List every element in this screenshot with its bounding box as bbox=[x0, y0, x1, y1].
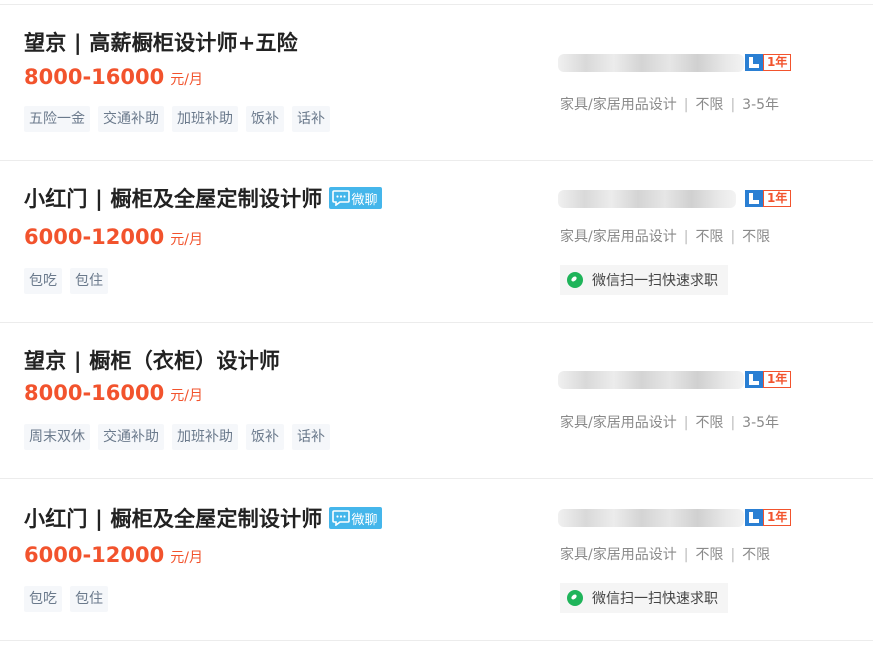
scan-apply-label: 微信扫一扫快速求职 bbox=[592, 591, 718, 607]
member-logo-icon bbox=[745, 54, 763, 71]
education: 不限 bbox=[695, 415, 724, 431]
member-years: 1年 bbox=[763, 190, 792, 207]
company-name-blurred[interactable] bbox=[558, 54, 744, 72]
wechat-scan-apply-button[interactable]: 微信扫一扫快速求职 bbox=[560, 265, 728, 295]
experience: 不限 bbox=[742, 547, 771, 563]
benefit-tag: 加班补助 bbox=[172, 424, 238, 450]
benefit-tag: 交通补助 bbox=[98, 106, 164, 132]
meta-separator: | bbox=[683, 547, 689, 563]
member-badge: 1年 bbox=[745, 509, 792, 526]
meta-separator: | bbox=[730, 547, 736, 563]
job-card[interactable]: 小红门 | 橱柜及全屋定制设计师 微聊 6000-12000 元/月 包吃 包住… bbox=[0, 160, 873, 323]
benefit-tags: 包吃 包住 bbox=[24, 268, 116, 294]
job-card[interactable]: 望京 | 高薪橱柜设计师+五险 8000-16000 元/月 五险一金 交通补助… bbox=[0, 4, 873, 161]
salary: 8000-16000 元/月 bbox=[24, 381, 203, 405]
benefit-tag: 话补 bbox=[292, 424, 330, 450]
chat-bubble-icon bbox=[331, 190, 350, 206]
benefit-tags: 周末双休 交通补助 加班补助 饭补 话补 bbox=[24, 424, 338, 450]
member-badge: 1年 bbox=[745, 371, 792, 388]
job-title[interactable]: 小红门 | 橱柜及全屋定制设计师 bbox=[24, 503, 323, 533]
salary-unit: 元/月 bbox=[170, 232, 203, 248]
meta-separator: | bbox=[730, 415, 736, 431]
member-years: 1年 bbox=[763, 54, 792, 71]
benefit-tags: 包吃 包住 bbox=[24, 586, 116, 612]
chat-bubble-icon bbox=[331, 510, 350, 526]
company-name-blurred[interactable] bbox=[558, 190, 736, 208]
meta-separator: | bbox=[730, 229, 736, 245]
benefit-tag: 周末双休 bbox=[24, 424, 90, 450]
benefit-tags: 五险一金 交通补助 加班补助 饭补 话补 bbox=[24, 106, 338, 132]
industry: 家具/家居用品设计 bbox=[560, 415, 677, 431]
company-name-blurred[interactable] bbox=[558, 509, 744, 527]
benefit-tag: 饭补 bbox=[246, 106, 284, 132]
salary-amount: 8000-16000 bbox=[24, 65, 165, 89]
job-meta: 家具/家居用品设计 | 不限 | 3-5年 bbox=[560, 412, 779, 432]
experience: 不限 bbox=[742, 229, 771, 245]
benefit-tag: 包吃 bbox=[24, 586, 62, 612]
industry: 家具/家居用品设计 bbox=[560, 229, 677, 245]
member-logo-icon bbox=[745, 509, 763, 526]
wechat-chat-label: 微聊 bbox=[351, 512, 378, 528]
job-title[interactable]: 望京 | 橱柜（衣柜）设计师 bbox=[24, 345, 280, 375]
benefit-tag: 话补 bbox=[292, 106, 330, 132]
job-meta: 家具/家居用品设计 | 不限 | 3-5年 bbox=[560, 94, 779, 114]
wechat-chat-button[interactable]: 微聊 bbox=[328, 507, 382, 529]
benefit-tag: 五险一金 bbox=[24, 106, 90, 132]
experience: 3-5年 bbox=[742, 415, 780, 431]
wechat-miniprogram-icon bbox=[567, 590, 583, 606]
member-badge: 1年 bbox=[745, 190, 792, 207]
salary-amount: 8000-16000 bbox=[24, 381, 165, 405]
salary: 6000-12000 元/月 bbox=[24, 543, 203, 567]
meta-separator: | bbox=[683, 415, 689, 431]
salary: 8000-16000 元/月 bbox=[24, 65, 203, 89]
wechat-chat-label: 微聊 bbox=[351, 192, 378, 208]
scan-apply-label: 微信扫一扫快速求职 bbox=[592, 273, 718, 289]
job-card[interactable]: 小红门 | 橱柜及全屋定制设计师 微聊 6000-12000 元/月 包吃 包住… bbox=[0, 478, 873, 641]
member-years: 1年 bbox=[763, 371, 792, 388]
salary-unit: 元/月 bbox=[170, 72, 203, 88]
job-meta: 家具/家居用品设计 | 不限 | 不限 bbox=[560, 226, 770, 246]
job-title[interactable]: 小红门 | 橱柜及全屋定制设计师 bbox=[24, 183, 323, 213]
salary: 6000-12000 元/月 bbox=[24, 225, 203, 249]
meta-separator: | bbox=[683, 97, 689, 113]
benefit-tag: 交通补助 bbox=[98, 424, 164, 450]
salary-unit: 元/月 bbox=[170, 550, 203, 566]
member-logo-icon bbox=[745, 371, 763, 388]
job-list: 望京 | 高薪橱柜设计师+五险 8000-16000 元/月 五险一金 交通补助… bbox=[0, 0, 873, 654]
member-years: 1年 bbox=[763, 509, 792, 526]
industry: 家具/家居用品设计 bbox=[560, 547, 677, 563]
meta-separator: | bbox=[683, 229, 689, 245]
education: 不限 bbox=[695, 547, 724, 563]
benefit-tag: 饭补 bbox=[246, 424, 284, 450]
benefit-tag: 包住 bbox=[70, 586, 108, 612]
member-badge: 1年 bbox=[745, 54, 792, 71]
job-title[interactable]: 望京 | 高薪橱柜设计师+五险 bbox=[24, 27, 298, 57]
salary-amount: 6000-12000 bbox=[24, 225, 165, 249]
wechat-miniprogram-icon bbox=[567, 272, 583, 288]
benefit-tag: 包吃 bbox=[24, 268, 62, 294]
benefit-tag: 包住 bbox=[70, 268, 108, 294]
benefit-tag: 加班补助 bbox=[172, 106, 238, 132]
industry: 家具/家居用品设计 bbox=[560, 97, 677, 113]
job-meta: 家具/家居用品设计 | 不限 | 不限 bbox=[560, 544, 770, 564]
experience: 3-5年 bbox=[742, 97, 780, 113]
salary-unit: 元/月 bbox=[170, 388, 203, 404]
wechat-chat-button[interactable]: 微聊 bbox=[328, 187, 382, 209]
salary-amount: 6000-12000 bbox=[24, 543, 165, 567]
education: 不限 bbox=[695, 229, 724, 245]
job-card[interactable]: 望京 | 橱柜（衣柜）设计师 8000-16000 元/月 周末双休 交通补助 … bbox=[0, 322, 873, 479]
company-name-blurred[interactable] bbox=[558, 371, 744, 389]
member-logo-icon bbox=[745, 190, 763, 207]
education: 不限 bbox=[695, 97, 724, 113]
wechat-scan-apply-button[interactable]: 微信扫一扫快速求职 bbox=[560, 583, 728, 613]
meta-separator: | bbox=[730, 97, 736, 113]
